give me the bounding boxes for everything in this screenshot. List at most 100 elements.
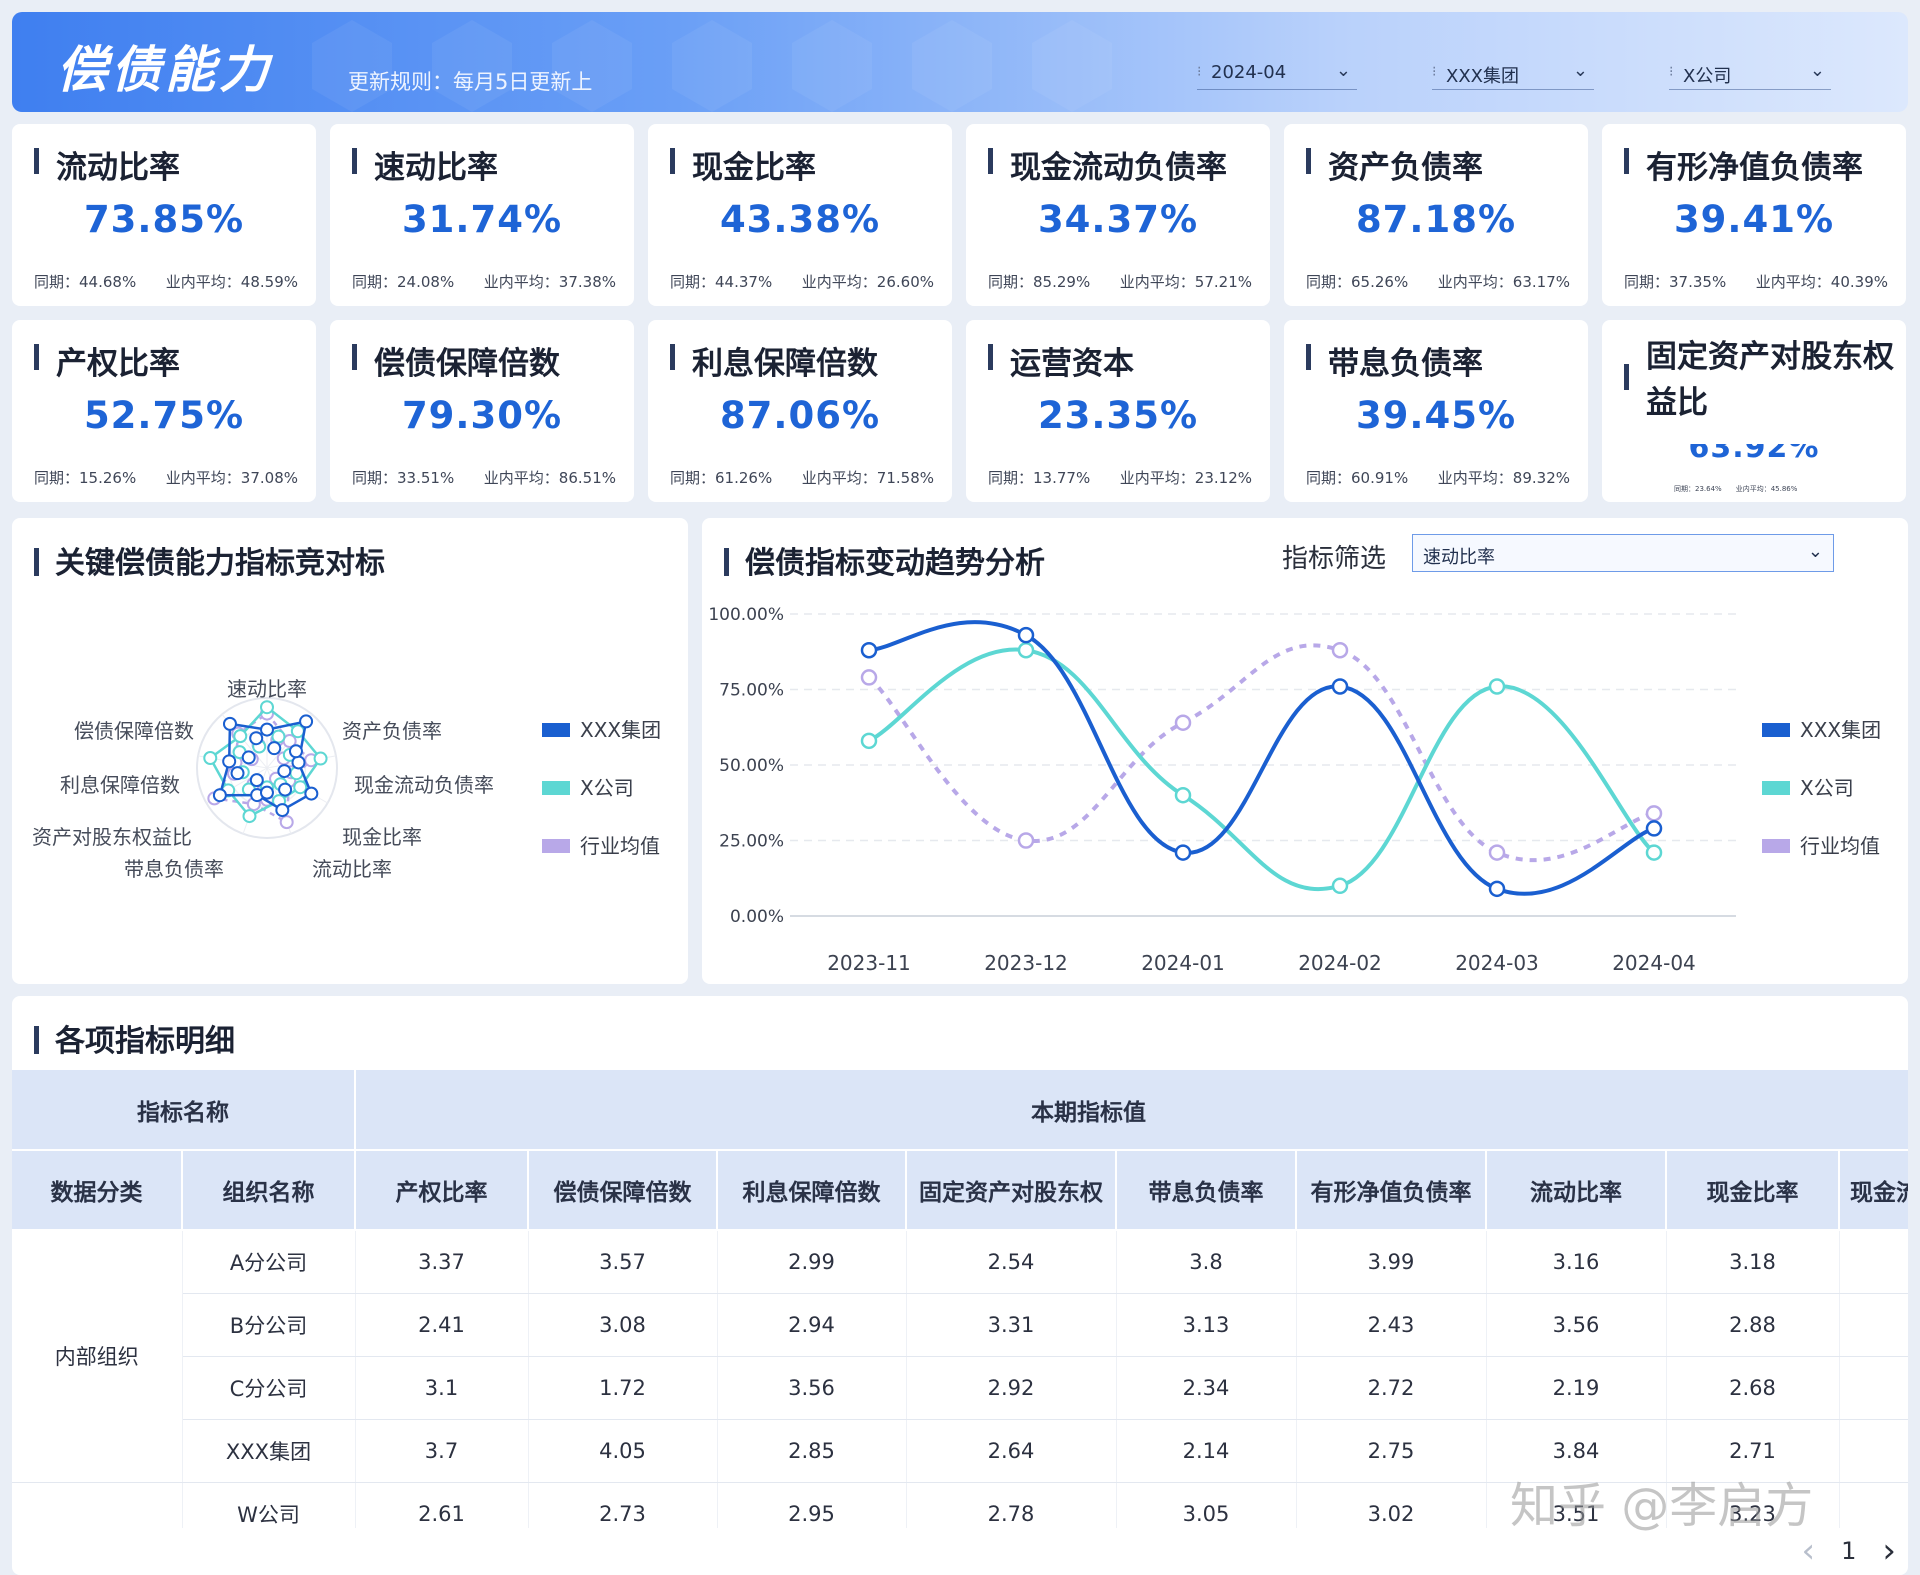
table-row[interactable]: B分公司 2.41 3.08 2.94 3.31 3.13 2.43 3.56 2.88 <box>12 1293 1908 1357</box>
y-tick-label: 25.00% <box>719 832 784 852</box>
kpi-card-tangible-net-worth[interactable]: 有形净值负债率 39.41% 同期：37.35% 业内平均：40.39% <box>1602 124 1906 306</box>
org-name-cell: XXX集团 <box>182 1419 356 1483</box>
header-decoration <box>912 20 992 112</box>
kpi-industry-avg: 业内平均：23.12% <box>1119 469 1252 487</box>
kpi-value: 39.41% <box>1673 198 1835 241</box>
radar-legend-industry[interactable]: 行业均值 <box>542 830 660 859</box>
col-header[interactable]: 固定资产对股东权 <box>906 1150 1117 1231</box>
card-accent-bar <box>988 148 993 174</box>
col-header[interactable]: 流动比率 <box>1486 1150 1667 1231</box>
radar-axis-label: 带息负债率 <box>124 857 224 881</box>
radar-axis-label: 偿债保障倍数 <box>74 719 194 743</box>
kpi-name: 流动比率 <box>56 150 180 186</box>
chevron-down-icon: ⌄ <box>1335 60 1351 81</box>
y-tick-label: 0.00% <box>730 907 784 927</box>
kpi-card-working-capital[interactable]: 运营资本 23.35% 同期：13.77% 业内平均：23.12% <box>966 320 1270 502</box>
value-cell: 3.56 <box>717 1356 907 1420</box>
data-point <box>1488 844 1506 861</box>
trend-legend-company[interactable]: X公司 <box>1762 772 1854 801</box>
radar-legend-company[interactable]: X公司 <box>542 772 634 801</box>
kpi-value: 43.38% <box>719 198 881 241</box>
next-page-icon[interactable]: › <box>1882 1531 1896 1571</box>
radar-point <box>260 700 274 715</box>
header-indicator-name: 指标名称 <box>12 1070 356 1151</box>
trend-legend-industry[interactable]: 行业均值 <box>1762 830 1880 859</box>
company-select[interactable]: ⁝ X公司 ⌄ <box>1669 56 1831 90</box>
data-point <box>860 669 878 686</box>
kpi-card-equity-ratio[interactable]: 产权比率 52.75% 同期：15.26% 业内平均：37.08% <box>12 320 316 502</box>
kpi-industry-avg: 业内平均：86.51% <box>483 469 616 487</box>
data-point <box>860 641 878 659</box>
radar-point <box>242 809 257 824</box>
detail-table-scroll[interactable]: 指标名称 本期指标值 数据分类 组织名称 产权比率 偿债保障倍数 利息保障倍数 … <box>12 1070 1908 1528</box>
value-cell: 3.31 <box>906 1293 1117 1357</box>
kpi-value: 63.92% <box>1688 444 1820 462</box>
value-cell: 2.75 <box>1296 1419 1487 1483</box>
legend-swatch <box>542 781 570 795</box>
legend-swatch <box>542 839 570 853</box>
header-decoration <box>672 20 752 112</box>
kpi-value: 79.30% <box>401 394 563 437</box>
table-row[interactable]: C分公司 3.1 1.72 3.56 2.92 2.34 2.72 2.19 2.68 <box>12 1356 1908 1420</box>
date-select[interactable]: ⁝ 2024-04 ⌄ <box>1197 56 1357 90</box>
trend-line-chart: 100.00% 75.00% 50.00% 25.00% 0.00% 2023-11 202… <box>708 605 1736 975</box>
org-name-cell: W公司 <box>182 1482 356 1528</box>
col-header[interactable]: 偿债保障倍数 <box>528 1150 718 1231</box>
legend-label: X公司 <box>1800 776 1854 800</box>
kpi-yoy: 同期：44.68% <box>34 273 137 291</box>
col-header[interactable]: 现金比率 <box>1666 1150 1840 1231</box>
x-tick-label: 2024-02 <box>1298 951 1382 975</box>
value-cell: 1.72 <box>528 1356 718 1420</box>
kpi-card-quick-ratio[interactable]: 速动比率 31.74% 同期：24.08% 业内平均：37.38% <box>330 124 634 306</box>
kpi-card-asset-liability[interactable]: 资产负债率 87.18% 同期：65.26% 业内平均：63.17% <box>1284 124 1588 306</box>
trend-legend-group[interactable]: XXX集团 <box>1762 714 1881 743</box>
kpi-card-debt-coverage[interactable]: 偿债保障倍数 79.30% 同期：33.51% 业内平均：86.51% <box>330 320 634 502</box>
value-cell <box>1839 1293 1908 1357</box>
value-cell: 3.1 <box>355 1356 529 1420</box>
col-header[interactable]: 现金流 <box>1839 1150 1908 1231</box>
kpi-yoy: 同期：85.29% <box>988 273 1091 291</box>
value-cell: 2.34 <box>1116 1356 1297 1420</box>
kpi-industry-avg: 业内平均：45.86% <box>1735 485 1798 493</box>
kpi-value: 31.74% <box>401 198 563 241</box>
radar-chart: 速动比率资产负债率现金流动负债率现金比率流动比率 带息负债率 资产对股东权益比 利息保… <box>32 677 494 881</box>
watermark: 知乎 @李启方 <box>1510 1478 1814 1534</box>
radar-point <box>230 766 245 781</box>
kpi-card-cash-ratio[interactable]: 现金比率 43.38% 同期：44.37% 业内平均：26.60% <box>648 124 952 306</box>
kpi-card-interest-coverage[interactable]: 利息保障倍数 87.06% 同期：61.26% 业内平均：71.58% <box>648 320 952 502</box>
value-cell: 2.68 <box>1666 1356 1840 1420</box>
kpi-industry-avg: 业内平均：37.08% <box>165 469 298 487</box>
col-header[interactable]: 带息负债率 <box>1116 1150 1297 1231</box>
col-header[interactable]: 产权比率 <box>355 1150 529 1231</box>
kpi-yoy: 同期：23.64% <box>1674 485 1722 493</box>
col-header[interactable]: 组织名称 <box>182 1150 356 1231</box>
page-number[interactable]: 1 <box>1841 1537 1856 1565</box>
table-row[interactable]: 内部组织 A分公司 3.37 3.57 2.99 2.54 3.8 3.99 3.16 3.18 <box>12 1230 1908 1483</box>
value-cell: 3.56 <box>1486 1293 1667 1357</box>
kpi-industry-avg: 业内平均：63.17% <box>1437 273 1570 291</box>
y-tick-label: 50.00% <box>719 756 784 776</box>
prev-page-icon[interactable]: ‹ <box>1802 1531 1816 1571</box>
radar-axis-label: 现金比率 <box>342 825 422 849</box>
value-cell: 2.14 <box>1116 1419 1297 1483</box>
radar-axis-label: 资产负债率 <box>342 719 442 743</box>
kpi-card-current-ratio[interactable]: 流动比率 73.85% 同期：44.68% 业内平均：48.59% <box>12 124 316 306</box>
col-header[interactable]: 利息保障倍数 <box>717 1150 907 1231</box>
col-header[interactable]: 数据分类 <box>12 1150 183 1231</box>
kpi-card-fixed-asset-equity[interactable]: 固定资产对股东权益比 63.92% 同期：23.64% 业内平均：45.86% <box>1602 320 1906 502</box>
value-cell: 2.43 <box>1296 1293 1487 1357</box>
kpi-card-interest-bearing-debt[interactable]: 带息负债率 39.45% 同期：60.91% 业内平均：89.32% <box>1284 320 1588 502</box>
value-cell: 2.61 <box>355 1482 529 1528</box>
card-accent-bar <box>1306 344 1311 370</box>
card-accent-bar <box>352 344 357 370</box>
value-cell: 2.92 <box>906 1356 1117 1420</box>
col-header[interactable]: 有形净值负债率 <box>1296 1150 1487 1231</box>
kpi-card-cash-flow-liability[interactable]: 现金流动负债率 34.37% 同期：85.29% 业内平均：57.21% <box>966 124 1270 306</box>
radar-legend-group[interactable]: XXX集团 <box>542 714 661 743</box>
radar-point <box>304 786 319 801</box>
x-tick-label: 2024-03 <box>1455 951 1539 975</box>
card-accent-bar <box>34 344 39 370</box>
card-accent-bar <box>1624 364 1629 390</box>
value-cell: 3.18 <box>1666 1230 1840 1294</box>
group-select[interactable]: ⁝ XXX集团 ⌄ <box>1432 56 1594 90</box>
